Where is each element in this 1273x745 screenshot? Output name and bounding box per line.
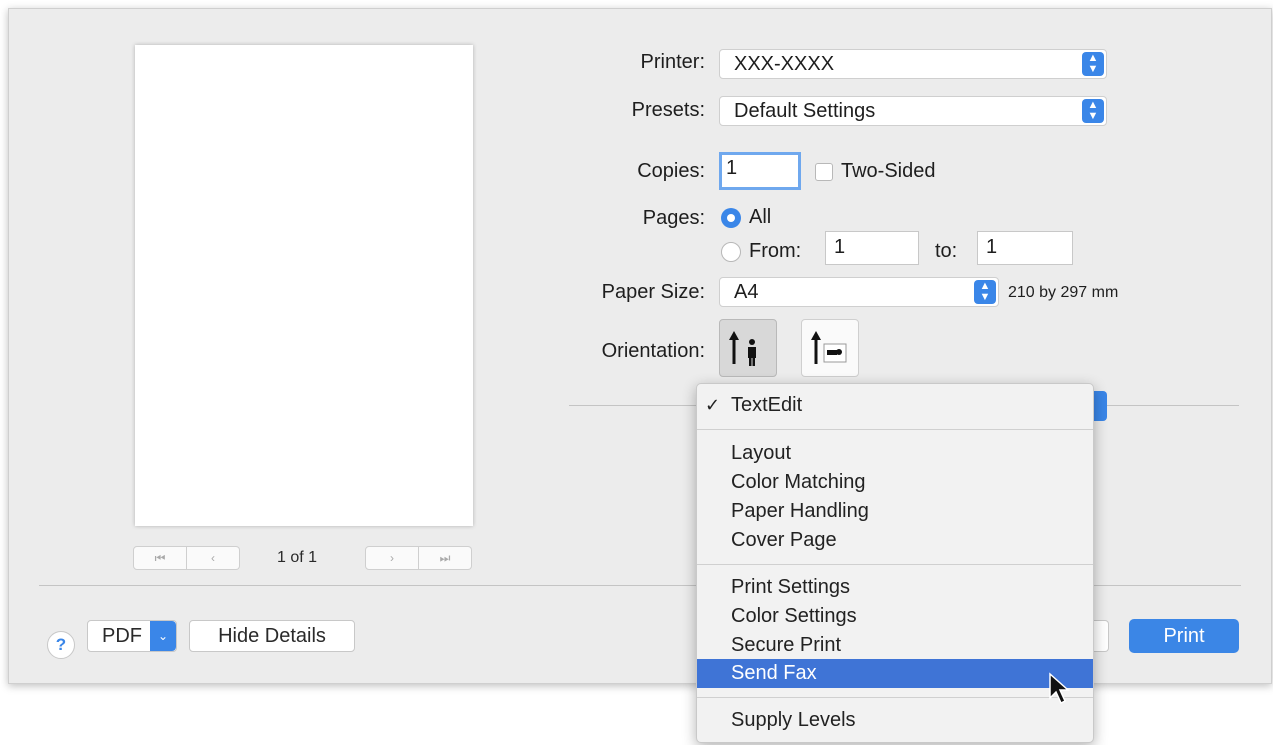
portrait-orientation-button[interactable]	[719, 319, 777, 377]
copies-label: Copies:	[637, 160, 705, 182]
presets-value: Default Settings	[734, 100, 876, 122]
printer-label: Printer:	[640, 51, 705, 73]
menu-item-cover-page[interactable]: Cover Page	[697, 526, 1093, 555]
paper-size-value: A4	[734, 281, 759, 303]
updown-stepper-icon: ▲ ▼	[1082, 99, 1104, 123]
pages-to-label: to:	[935, 240, 958, 262]
menu-separator	[697, 564, 1093, 565]
two-sided-checkbox[interactable]	[815, 163, 833, 181]
pdf-button[interactable]: PDF ⌄	[87, 620, 177, 652]
menu-item-paper-handling[interactable]: Paper Handling	[697, 497, 1093, 526]
pages-from-field[interactable]: 1	[825, 231, 919, 265]
pane-selector-menu: ✓ TextEdit Layout Color Matching Paper H…	[696, 383, 1094, 743]
updown-stepper-icon: ▲ ▼	[974, 280, 996, 304]
menu-separator	[697, 697, 1093, 698]
landscape-icon	[811, 331, 847, 364]
paper-dimensions: 210 by 297 mm	[1008, 284, 1119, 301]
pages-to-field[interactable]: 1	[977, 231, 1073, 265]
next-page-button[interactable]: ›	[365, 546, 419, 570]
menu-item-print-settings[interactable]: Print Settings	[697, 573, 1093, 602]
two-sided-label: Two-Sided	[841, 160, 936, 182]
pages-from-radio[interactable]	[721, 242, 741, 262]
pages-all-radio[interactable]	[721, 208, 741, 228]
help-button[interactable]: ?	[47, 631, 75, 659]
menu-item-layout[interactable]: Layout	[697, 439, 1093, 468]
preview-nav-forward-group: › ⏭	[365, 546, 472, 570]
paper-size-label: Paper Size:	[601, 281, 705, 303]
orientation-label: Orientation:	[601, 340, 705, 362]
last-page-button[interactable]: ⏭	[419, 546, 472, 570]
presets-popup[interactable]: Default Settings ▲ ▼	[719, 96, 1107, 126]
menu-item-send-fax[interactable]: Send Fax	[697, 659, 1093, 688]
portrait-icon	[729, 331, 756, 366]
updown-stepper-icon: ▲ ▼	[1082, 52, 1104, 76]
presets-label: Presets:	[631, 99, 705, 121]
menu-item-label: TextEdit	[731, 394, 803, 416]
menu-item-color-matching[interactable]: Color Matching	[697, 468, 1093, 497]
pages-all-label: All	[749, 206, 772, 228]
landscape-orientation-button[interactable]	[801, 319, 859, 377]
preview-nav-back-group: ⏮ ‹	[133, 546, 240, 570]
menu-item-textedit[interactable]: ✓ TextEdit	[697, 391, 1093, 420]
menu-item-color-settings[interactable]: Color Settings	[697, 602, 1093, 631]
print-preview-page	[135, 45, 473, 526]
page-indicator: 1 of 1	[277, 549, 318, 566]
print-button[interactable]: Print	[1129, 619, 1239, 653]
pdf-label: PDF	[102, 625, 142, 647]
printer-popup[interactable]: XXX-XXXX ▲ ▼	[719, 49, 1107, 79]
first-page-button[interactable]: ⏮	[133, 546, 187, 570]
chevron-down-icon: ⌄	[150, 621, 176, 651]
previous-page-button[interactable]: ‹	[187, 546, 240, 570]
pages-label: Pages:	[642, 207, 705, 229]
menu-item-supply-levels[interactable]: Supply Levels	[697, 706, 1093, 735]
copies-field[interactable]: 1	[719, 152, 801, 190]
paper-size-popup[interactable]: A4 ▲ ▼	[719, 277, 999, 307]
hide-details-button[interactable]: Hide Details	[189, 620, 355, 652]
checkmark-icon: ✓	[705, 395, 721, 415]
printer-value: XXX-XXXX	[734, 53, 835, 75]
menu-item-secure-print[interactable]: Secure Print	[697, 631, 1093, 660]
menu-separator	[697, 429, 1093, 430]
pages-from-label: From:	[749, 240, 802, 262]
mouse-pointer-icon	[1049, 672, 1070, 705]
